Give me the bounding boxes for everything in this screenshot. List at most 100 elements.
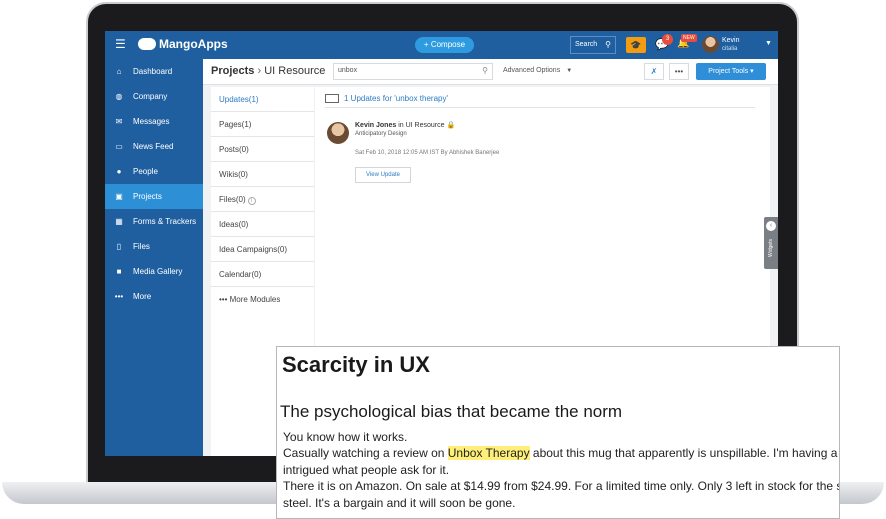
chevron-down-icon[interactable]: ▼ [765,40,772,47]
advanced-options-label: Advanced Options [503,67,561,74]
sidebar-item-messages[interactable]: ✉ Messages [105,109,203,134]
sidebar-item-projects[interactable]: ▣ Projects [105,184,209,209]
briefcase-icon: ▣ [115,192,123,201]
search-value: unbox [338,67,358,74]
home-icon: ⌂ [116,67,122,76]
sidebar-item-company[interactable]: ◍ Company [105,84,203,109]
dots-icon: ••• [114,292,124,301]
breadcrumb-current: UI Resource [264,65,326,77]
result-location: in UI Resource [398,122,445,129]
graduation-cap-icon[interactable]: 🎓 [626,37,646,53]
results-heading-text: 1 Updates for 'unbox therapy' [344,94,449,103]
user-subtitle: citalia [722,46,738,52]
sidebar-item-people[interactable]: ● People [105,159,203,184]
article-overlay: Scarcity in UX The psychological bias th… [276,346,840,519]
chevron-down-icon: ▼ [566,68,573,74]
search-icon[interactable]: ⚲ [482,66,488,75]
globe-icon: ◍ [115,92,123,101]
module-calendar[interactable]: Calendar(0) [211,262,314,287]
divider [325,107,755,108]
article-line: There it is on Amazon. On sale at $14.99… [283,479,840,494]
module-more-label: More Modules [229,295,281,304]
sidebar-item-label: Messages [133,117,170,126]
user-name: Kevin [722,37,740,44]
article-title: Scarcity in UX [282,352,430,377]
article-line: steel. It's a bargain and it will soon b… [283,495,516,510]
dots-icon: ••• [219,295,228,304]
pin-icon[interactable]: ✗ [644,63,664,80]
sidebar-item-label: People [133,167,158,176]
module-updates[interactable]: Updates(1) [211,87,314,112]
module-ideas[interactable]: Ideas(0) [211,212,314,237]
stage: ☰ MangoApps + Compose Search ⚲ 🎓 💬 3 🔔 N… [0,0,886,519]
breadcrumb: Projects › UI Resource [211,65,325,77]
widgets-label: Widgets [768,238,774,257]
module-pages[interactable]: Pages(1) [211,112,314,137]
result-subtitle: Anticipatory Design [355,131,407,137]
article-line: intrigued what people ask for it. [283,462,450,477]
view-update-button[interactable]: View Update [355,167,411,183]
chat-count-badge: 3 [662,34,673,45]
breadcrumb-projects[interactable]: Projects [211,65,254,77]
module-more[interactable]: ••• More Modules [211,287,314,312]
project-tools-button[interactable]: Project Tools ▾ [696,63,766,80]
newspaper-icon [325,94,339,103]
user-menu[interactable]: Kevin citalia [722,37,740,53]
advanced-options-dropdown[interactable]: Advanced Options ▼ [503,67,572,74]
module-files-label: Files(0) [219,195,246,204]
sidebar-item-news-feed[interactable]: ▭ News Feed [105,134,203,159]
compose-button[interactable]: + Compose [415,37,474,53]
search-icon: ⚲ [605,40,611,49]
chevron-left-icon: ‹ [766,221,776,231]
project-search-input[interactable]: unbox ⚲ [333,63,493,80]
article-body: You know how it works. Casually watching… [283,429,840,511]
widgets-tab[interactable]: ‹ Widgets [764,217,778,269]
top-bar: ☰ MangoApps + Compose Search ⚲ 🎓 💬 3 🔔 N… [105,31,778,59]
search-button[interactable]: Search ⚲ [570,36,616,54]
breadcrumb-separator: › [257,65,262,77]
module-wikis[interactable]: Wikis(0) [211,162,314,187]
sidebar-item-label: News Feed [133,142,174,151]
lock-icon: 🔒 [446,122,456,129]
file-icon: ▯ [116,242,122,251]
author-name[interactable]: Kevin Jones [355,122,396,129]
sidebar-item-dashboard[interactable]: ⌂ Dashboard [105,59,203,84]
sidebar-item-files[interactable]: ▯ Files [105,234,203,259]
result-author-line: Kevin Jones in UI Resource 🔒 [355,121,455,129]
person-icon: ● [116,167,122,176]
user-avatar[interactable] [702,36,719,53]
project-tools-label: Project Tools [708,68,749,75]
new-badge: NEW [681,34,697,42]
sidebar-item-label: More [133,292,152,301]
sidebar: ⌂ Dashboard ◍ Company ✉ Messages ▭ News Feed… [105,59,209,456]
text-span: about this mug that apparently is unspil… [532,446,839,461]
author-avatar[interactable] [327,122,349,144]
sidebar-item-label: Dashboard [133,67,173,76]
highlighted-text: Unbox Therapy [447,446,530,461]
module-idea-campaigns[interactable]: Idea Campaigns(0) [211,237,314,262]
inbox-icon: ▭ [115,142,123,151]
module-files[interactable]: Files(0) i [211,187,314,212]
sidebar-item-more[interactable]: ••• More [105,284,203,309]
article-line: Casually watching a review on Unbox Ther… [283,445,839,461]
info-icon: i [247,197,256,205]
project-header: Projects › UI Resource unbox ⚲ Advanced … [203,59,778,85]
app-logo[interactable]: MangoApps [138,37,228,51]
article-subtitle: The psychological bias that became the n… [280,402,623,421]
module-posts[interactable]: Posts(0) [211,137,314,162]
logo-text: MangoApps [159,37,228,51]
result-date: Sat Feb 10, 2018 12:05 AM IST By Abhishe… [355,150,500,156]
text-span: Casually watching a review on [283,446,448,461]
sidebar-item-label: Forms & Trackers [133,217,197,226]
sidebar-item-media-gallery[interactable]: ■ Media Gallery [105,259,203,284]
sidebar-item-forms-trackers[interactable]: ▦ Forms & Trackers [105,209,203,234]
hamburger-menu-icon[interactable]: ☰ [115,38,128,50]
search-label: Search [575,41,598,48]
results-heading: 1 Updates for 'unbox therapy' [325,94,448,103]
sidebar-item-label: Files [133,242,150,251]
video-icon: ■ [116,267,122,276]
more-options-icon[interactable]: ••• [669,63,689,80]
cloud-logo-icon [138,38,156,50]
sidebar-item-label: Company [133,92,168,101]
table-icon: ▦ [115,217,123,226]
